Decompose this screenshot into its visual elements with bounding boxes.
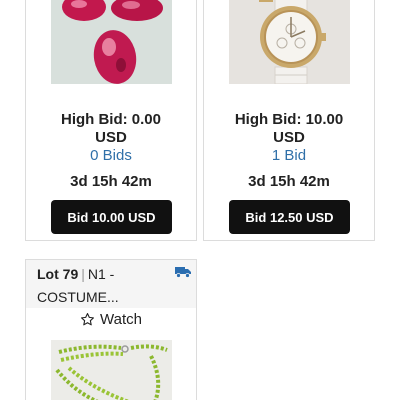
lot-header[interactable]: Lot 79 | N1 - COSTUME... xyxy=(26,260,196,308)
watch-label: Watch xyxy=(100,310,142,328)
high-bid-amount: High Bid: 0.00 xyxy=(60,111,161,128)
lot-image[interactable] xyxy=(51,0,172,84)
high-bid: High Bid: 0.00 USD xyxy=(26,111,196,147)
lot-title-line: Lot 79 | N1 - xyxy=(37,265,196,284)
lot-card[interactable]: High Bid: 10.00 USD 1 Bid 3d 15h 42m Bid… xyxy=(203,0,375,241)
green-bead-necklace-image xyxy=(51,340,172,400)
time-left: 3d 15h 42m xyxy=(70,173,152,190)
ruby-gemstones-image xyxy=(51,0,172,84)
time-left: 3d 15h 42m xyxy=(248,173,330,190)
high-bid: High Bid: 10.00 USD xyxy=(204,111,374,147)
bid-count-link[interactable]: 1 Bid xyxy=(204,147,374,164)
bid-button[interactable]: Bid 12.50 USD xyxy=(229,200,350,234)
lot-image[interactable] xyxy=(51,340,172,400)
bid-button[interactable]: Bid 10.00 USD xyxy=(51,200,172,234)
high-bid-currency: USD xyxy=(95,129,127,146)
watch-button[interactable]: Watch xyxy=(26,308,196,330)
wristwatch-image xyxy=(229,0,350,84)
lot-title: N1 - xyxy=(87,266,115,282)
bid-count-link[interactable]: 0 Bids xyxy=(26,147,196,164)
star-outline-icon xyxy=(81,312,95,325)
lot-image[interactable] xyxy=(229,0,350,84)
lot-number: Lot 79 xyxy=(37,266,79,282)
high-bid-amount: High Bid: 10.00 xyxy=(234,111,344,128)
high-bid-currency: USD xyxy=(273,129,305,146)
lot-title-continued: COSTUME... xyxy=(37,289,119,305)
truck-icon xyxy=(175,267,191,278)
lot-separator: | xyxy=(81,266,85,282)
lot-card[interactable]: Lot 79 | N1 - COSTUME... Watch xyxy=(25,259,197,400)
lot-card[interactable]: High Bid: 0.00 USD 0 Bids 3d 15h 42m Bid… xyxy=(25,0,197,241)
